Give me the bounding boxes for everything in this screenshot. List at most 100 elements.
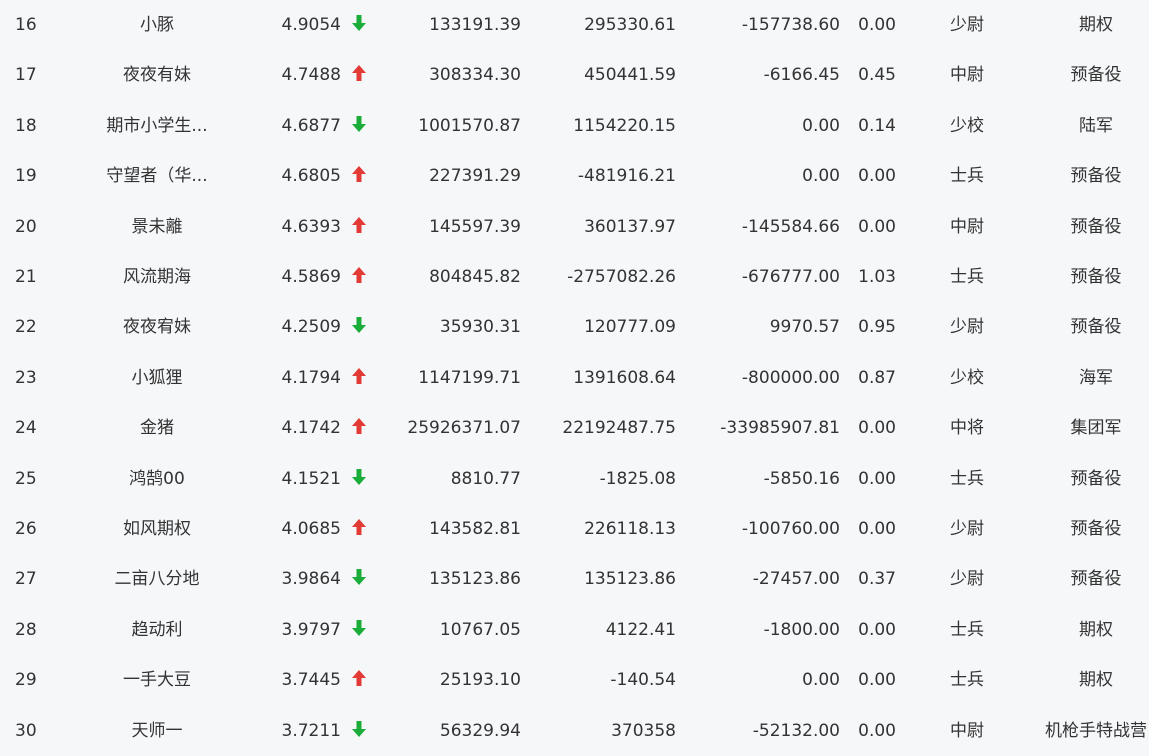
- value-3-cell: -100760.00: [741, 519, 840, 539]
- trader-name-cell[interactable]: 景未離: [65, 202, 249, 252]
- table-row[interactable]: 30 天师一 3.7211 56329.94 370358 -52132.00 0.00 中尉…: [0, 706, 1149, 756]
- value-1-cell: 1147199.71: [418, 367, 521, 388]
- table-row[interactable]: 28 趋动利 3.9797 10767.05 4122.41 -1800.00 0.00 士兵…: [0, 605, 1149, 655]
- table-row[interactable]: 24 金猪 4.1742 25926371.07 22192487.75 -3398590…: [0, 403, 1149, 453]
- value-2-cell: -1825.08: [599, 468, 676, 489]
- value-2-cell: 295330.61: [584, 15, 676, 35]
- value-3-cell: 0.00: [802, 670, 840, 691]
- value-4-cell: 0.00: [858, 468, 896, 489]
- ranking-table: 16 小豚 4.9054 133191.39 295330.61 -157738.60 0.…: [0, 0, 1149, 756]
- value-3-cell: -1800.00: [763, 619, 840, 640]
- military-title-cell: 中尉: [950, 720, 984, 741]
- arrow-up-icon: [350, 50, 368, 100]
- score-cell: 3.9864: [281, 569, 341, 590]
- value-1-cell: 308334.30: [429, 65, 521, 86]
- table-row[interactable]: 20 景未離 4.6393 145597.39 360137.97 -145584.66 0…: [0, 202, 1149, 252]
- trader-name-cell[interactable]: 小狐狸: [65, 353, 249, 403]
- unit-cell: 预备役: [1070, 65, 1122, 86]
- unit-cell: 陆军: [1079, 115, 1113, 136]
- value-4-cell: 0.00: [858, 670, 896, 691]
- value-2-cell: -140.54: [610, 670, 676, 691]
- military-title-cell: 士兵: [950, 670, 984, 691]
- value-1-cell: 145597.39: [429, 216, 521, 237]
- rank-cell: 30: [15, 720, 37, 741]
- arrow-down-icon: [350, 302, 368, 352]
- value-2-cell: -2757082.26: [567, 267, 676, 287]
- table-row[interactable]: 16 小豚 4.9054 133191.39 295330.61 -157738.60 0.…: [0, 0, 1149, 50]
- table-row[interactable]: 23 小狐狸 4.1794 1147199.71 1391608.64 -800000.0…: [0, 353, 1149, 403]
- value-1-cell: 143582.81: [429, 519, 521, 539]
- trader-name-cell[interactable]: 期市小学生...: [65, 101, 249, 151]
- score-cell: 4.9054: [281, 15, 341, 35]
- trader-name-cell[interactable]: 一手大豆: [65, 655, 249, 705]
- value-2-cell: 1154220.15: [573, 115, 676, 136]
- military-title-cell: 士兵: [950, 267, 984, 287]
- value-4-cell: 0.00: [858, 216, 896, 237]
- value-3-cell: -33985907.81: [720, 418, 840, 439]
- value-3-cell: 9970.57: [769, 317, 840, 338]
- score-cell: 4.6393: [281, 216, 341, 237]
- value-2-cell: 4122.41: [605, 619, 676, 640]
- rank-cell: 20: [15, 216, 37, 237]
- trader-name-cell[interactable]: 小豚: [65, 0, 249, 50]
- trader-name-cell[interactable]: 风流期海: [65, 252, 249, 302]
- value-1-cell: 8810.77: [450, 468, 521, 489]
- score-cell: 4.6877: [281, 115, 341, 136]
- arrow-down-icon: [350, 706, 368, 756]
- trader-name-cell[interactable]: 趋动利: [65, 605, 249, 655]
- value-1-cell: 25193.10: [439, 670, 521, 691]
- trader-name-cell[interactable]: 守望者（华...: [65, 151, 249, 201]
- value-3-cell: -27457.00: [752, 569, 840, 590]
- unit-cell: 预备役: [1070, 468, 1122, 489]
- rank-cell: 25: [15, 468, 37, 489]
- rank-cell: 19: [15, 166, 37, 187]
- table-row[interactable]: 25 鸿鹄00 4.1521 8810.77 -1825.08 -5850.16 0.00 士…: [0, 454, 1149, 504]
- trader-name-cell[interactable]: 鸿鹄00: [65, 454, 249, 504]
- trader-name-cell[interactable]: 金猪: [65, 403, 249, 453]
- trader-name-cell[interactable]: 如风期权: [65, 504, 249, 554]
- value-1-cell: 25926371.07: [407, 418, 521, 439]
- trader-name-cell[interactable]: 夜夜有妹: [65, 50, 249, 100]
- value-2-cell: 1391608.64: [573, 367, 676, 388]
- value-4-cell: 0.00: [858, 166, 896, 187]
- military-title-cell: 少校: [950, 367, 984, 388]
- trader-name-cell[interactable]: 夜夜宥妹: [65, 302, 249, 352]
- arrow-up-icon: [350, 252, 368, 302]
- trader-name-cell[interactable]: 天师一: [65, 706, 249, 756]
- arrow-down-icon: [350, 454, 368, 504]
- rank-cell: 26: [15, 519, 37, 539]
- unit-cell: 预备役: [1070, 317, 1122, 338]
- arrow-up-icon: [350, 202, 368, 252]
- trader-name-cell[interactable]: 二亩八分地: [65, 554, 249, 604]
- table-row[interactable]: 18 期市小学生... 4.6877 1001570.87 1154220.15 0.00…: [0, 101, 1149, 151]
- unit-cell: 期权: [1079, 670, 1113, 691]
- value-4-cell: 0.00: [858, 619, 896, 640]
- military-title-cell: 少尉: [950, 317, 984, 338]
- table-row[interactable]: 17 夜夜有妹 4.7488 308334.30 450441.59 -6166.45 0.…: [0, 50, 1149, 100]
- rank-cell: 18: [15, 115, 37, 136]
- value-1-cell: 10767.05: [439, 619, 521, 640]
- military-title-cell: 中将: [950, 418, 984, 439]
- score-cell: 4.1742: [281, 418, 341, 439]
- value-3-cell: -5850.16: [763, 468, 840, 489]
- value-4-cell: 1.03: [858, 267, 896, 287]
- table-row[interactable]: 19 守望者（华... 4.6805 227391.29 -481916.21 0.00 0…: [0, 151, 1149, 201]
- table-row[interactable]: 21 风流期海 4.5869 804845.82 -2757082.26 -676777.…: [0, 252, 1149, 302]
- value-3-cell: -145584.66: [741, 216, 840, 237]
- value-3-cell: -52132.00: [752, 720, 840, 741]
- value-3-cell: 0.00: [802, 115, 840, 136]
- value-1-cell: 35930.31: [439, 317, 521, 338]
- value-4-cell: 0.00: [858, 720, 896, 741]
- value-4-cell: 0.00: [858, 15, 896, 35]
- military-title-cell: 少尉: [950, 569, 984, 590]
- arrow-up-icon: [350, 403, 368, 453]
- value-2-cell: 120777.09: [584, 317, 676, 338]
- table-row[interactable]: 22 夜夜宥妹 4.2509 35930.31 120777.09 9970.57 0.95…: [0, 302, 1149, 352]
- military-title-cell: 士兵: [950, 468, 984, 489]
- value-1-cell: 1001570.87: [418, 115, 521, 136]
- table-row[interactable]: 29 一手大豆 3.7445 25193.10 -140.54 0.00 0.00 士兵 期权: [0, 655, 1149, 705]
- rank-cell: 17: [15, 65, 37, 86]
- value-4-cell: 0.87: [858, 367, 896, 388]
- table-row[interactable]: 27 二亩八分地 3.9864 135123.86 135123.86 -27457.00…: [0, 554, 1149, 604]
- table-row[interactable]: 26 如风期权 4.0685 143582.81 226118.13 -100760.00…: [0, 504, 1149, 554]
